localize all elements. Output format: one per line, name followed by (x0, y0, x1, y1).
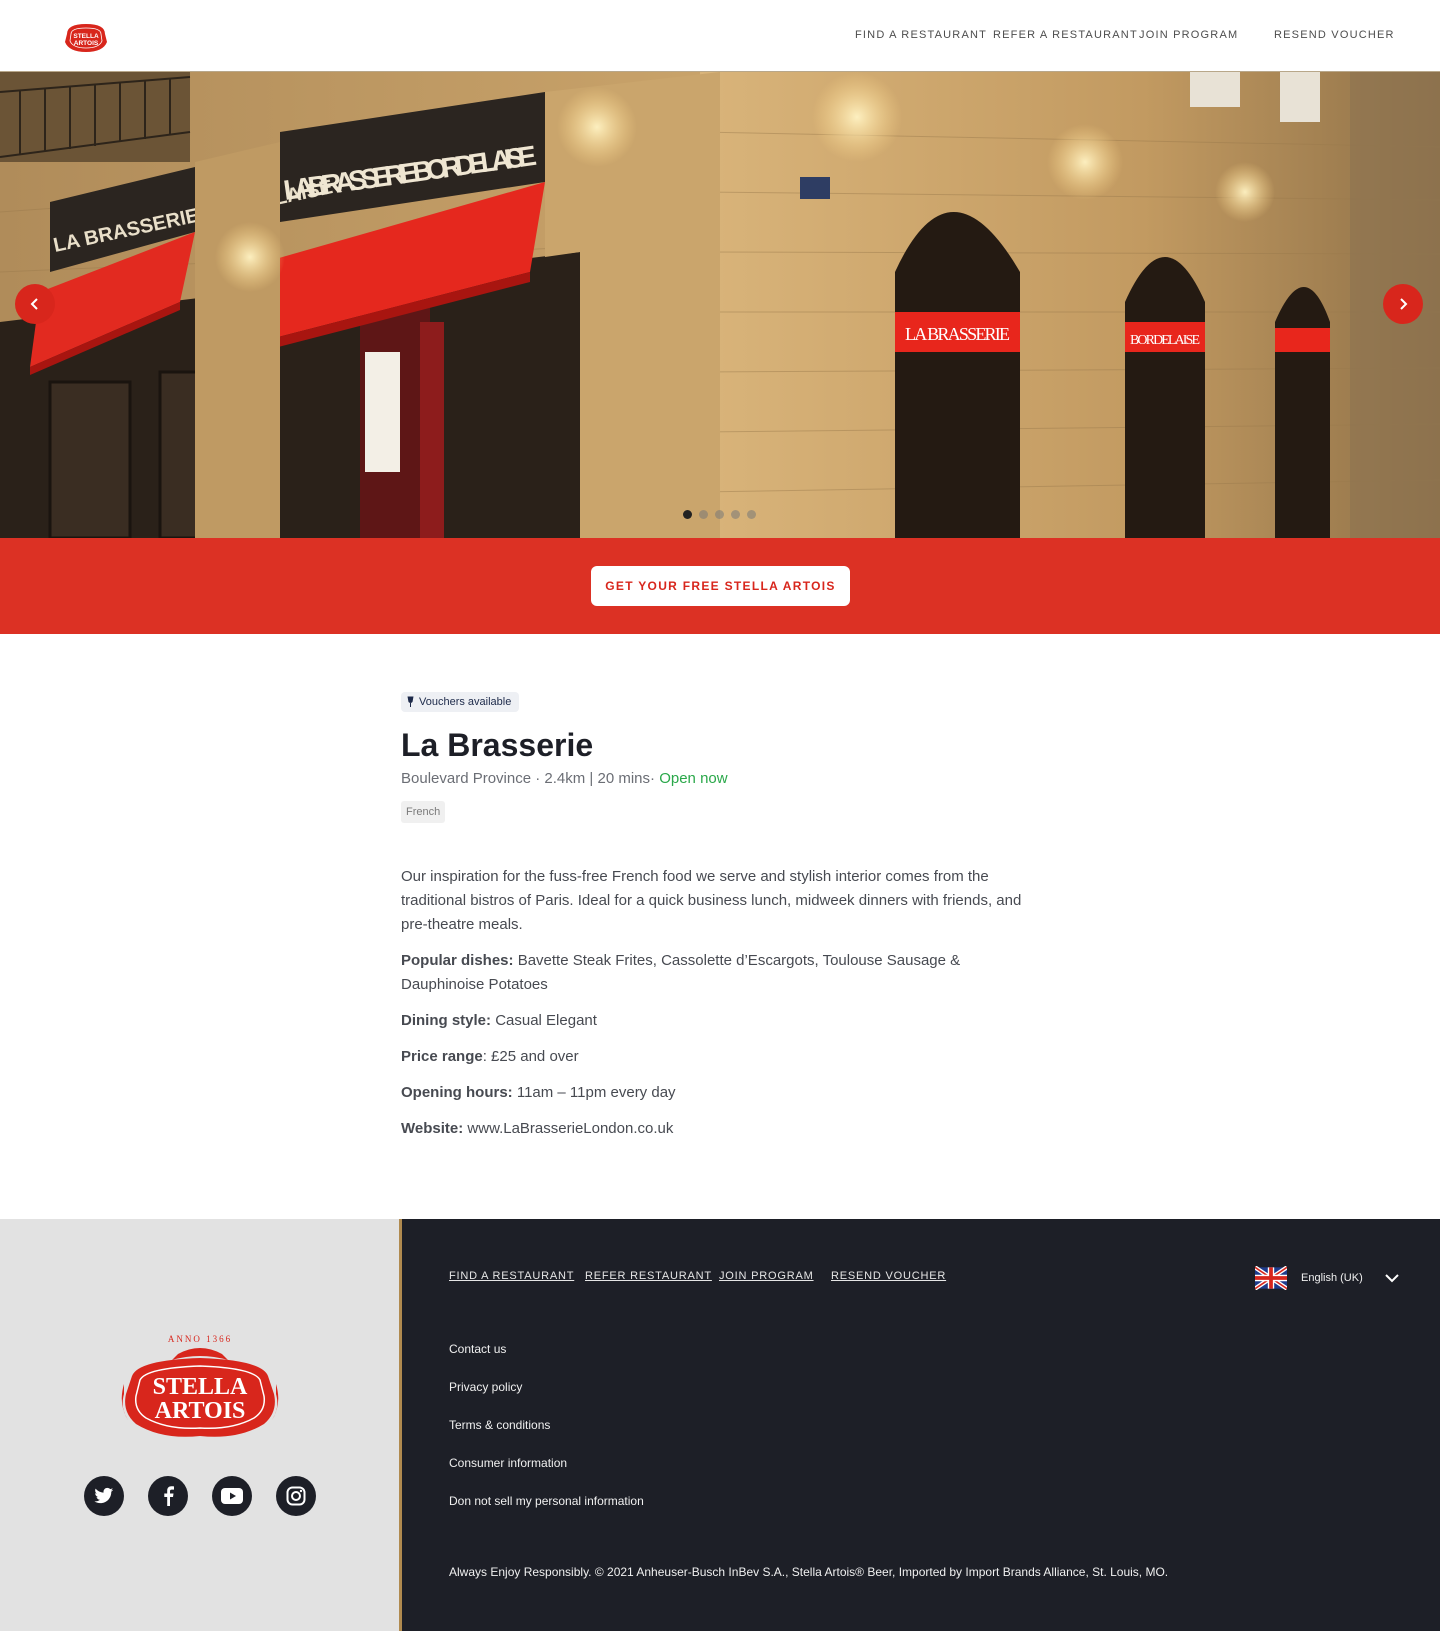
price-label: Price range (401, 1048, 483, 1065)
opening-hours: Opening hours: 11am – 11pm every day (401, 1081, 1041, 1105)
stella-artois-crest-logo[interactable]: ANNO 1366 STELLA ARTOIS (118, 1324, 282, 1440)
instagram-button[interactable] (276, 1476, 316, 1516)
footer-links-panel: FIND A RESTAURANT REFER RESTAURANT JOIN … (399, 1219, 1440, 1631)
restaurant-description: Our inspiration for the fuss-free French… (401, 868, 1022, 933)
open-status: Open now (659, 770, 728, 787)
website: Website: www.LaBrasserieLondon.co.uk (401, 1117, 1041, 1141)
footer-link-contact[interactable]: Contact us (449, 1342, 506, 1356)
legal-text: Always Enjoy Responsibly. © 2021 Anheuse… (449, 1565, 1169, 1579)
stella-artois-logo[interactable]: STELLA ARTOIS (63, 20, 109, 54)
youtube-button[interactable] (212, 1476, 252, 1516)
twitter-icon (94, 1487, 114, 1504)
footer-nav-refer-restaurant[interactable]: REFER RESTAURANT (585, 1270, 712, 1282)
restaurant-name: La Brasserie (401, 727, 594, 763)
restaurant-meta: Boulevard Province · 2.4km | 20 mins· Op… (401, 770, 1041, 787)
popular-label: Popular dishes: (401, 952, 514, 969)
social-links (84, 1476, 316, 1516)
carousel-dot[interactable] (731, 510, 740, 519)
nav-find-restaurant[interactable]: FIND A RESTAURANT (855, 29, 987, 41)
uk-flag-icon (1255, 1266, 1287, 1290)
footer-link-do-not-sell[interactable]: Don not sell my personal information (449, 1494, 644, 1508)
hours-label: Opening hours: (401, 1084, 513, 1101)
price-range: Price range: £25 and over (401, 1045, 1041, 1069)
footer-link-privacy[interactable]: Privacy policy (449, 1380, 522, 1394)
signage-arch2: BORDELAISE (1130, 333, 1200, 348)
popular-dishes: Popular dishes: Bavette Steak Frites, Ca… (401, 949, 1041, 997)
carousel-dot[interactable] (699, 510, 708, 519)
facebook-button[interactable] (148, 1476, 188, 1516)
separator-dot: · (650, 770, 660, 787)
logo-line2: ARTOIS (155, 1398, 246, 1424)
youtube-icon (221, 1488, 243, 1504)
style-value: Casual Elegant (495, 1012, 597, 1029)
restaurant-location: Boulevard Province (401, 770, 532, 787)
footer-nav-find-restaurant[interactable]: FIND A RESTAURANT (449, 1270, 574, 1282)
cuisine-tag: French (401, 801, 446, 823)
cta-band: GET YOUR FREE STELLA ARTOIS (0, 538, 1440, 634)
footer-nav-resend-voucher[interactable]: RESEND VOUCHER (831, 1270, 946, 1282)
svg-text:ARTOIS: ARTOIS (74, 40, 99, 47)
logo-text: STELLA (73, 33, 99, 40)
logo-line1: STELLA (153, 1374, 248, 1400)
chevron-down-icon (1385, 1274, 1399, 1283)
chevron-right-icon (1400, 298, 1408, 310)
glass-icon (407, 696, 414, 707)
hours-value: 11am – 11pm every day (516, 1084, 676, 1101)
nav-join-program[interactable]: JOIN PROGRAM (1139, 29, 1238, 41)
instagram-icon (286, 1486, 306, 1506)
nav-refer-restaurant[interactable]: REFER A RESTAURANT (993, 29, 1138, 41)
carousel-dot[interactable] (683, 510, 692, 519)
footer-nav-join-program[interactable]: JOIN PROGRAM (719, 1270, 814, 1282)
dining-style: Dining style: Casual Elegant (401, 1009, 1041, 1033)
facebook-icon (163, 1486, 174, 1506)
nav-resend-voucher[interactable]: RESEND VOUCHER (1274, 29, 1395, 41)
get-free-stella-button[interactable]: GET YOUR FREE STELLA ARTOIS (591, 566, 850, 606)
hero-carousel: LA BRASSERIE BORDELAISE LA BRASSERIE BOR… (0, 72, 1440, 538)
restaurant-details: Vouchers available La Brasserie Boulevar… (401, 692, 1041, 1141)
footer-link-consumer-info[interactable]: Consumer information (449, 1456, 567, 1470)
website-label: Website: (401, 1120, 464, 1137)
website-link[interactable]: www.LaBrasserieLondon.co.uk (467, 1120, 673, 1137)
restaurant-distance: 2.4km | 20 mins (544, 770, 651, 787)
language-label: English (UK) (1301, 1272, 1363, 1284)
twitter-button[interactable] (84, 1476, 124, 1516)
carousel-dot[interactable] (715, 510, 724, 519)
restaurant-photo: LA BRASSERIE BORDELAISE LA BRASSERIE BOR… (0, 72, 1440, 538)
footer-brand-panel: ANNO 1366 STELLA ARTOIS (0, 1219, 399, 1631)
site-header: STELLA ARTOIS FIND A RESTAURANT REFER A … (0, 0, 1440, 72)
carousel-next-button[interactable] (1383, 284, 1423, 324)
style-label: Dining style: (401, 1012, 492, 1029)
carousel-dot[interactable] (747, 510, 756, 519)
chevron-left-icon (30, 298, 38, 310)
carousel-dots (683, 510, 756, 519)
signage-arch1: LA BRASSERIE (905, 324, 1010, 344)
carousel-prev-button[interactable] (15, 284, 55, 324)
footer-link-terms[interactable]: Terms & conditions (449, 1418, 550, 1432)
language-selector[interactable]: English (UK) (1255, 1266, 1399, 1290)
price-value: : £25 and over (482, 1048, 579, 1065)
badge-label: Vouchers available (419, 696, 512, 708)
vouchers-badge: Vouchers available (401, 692, 520, 712)
